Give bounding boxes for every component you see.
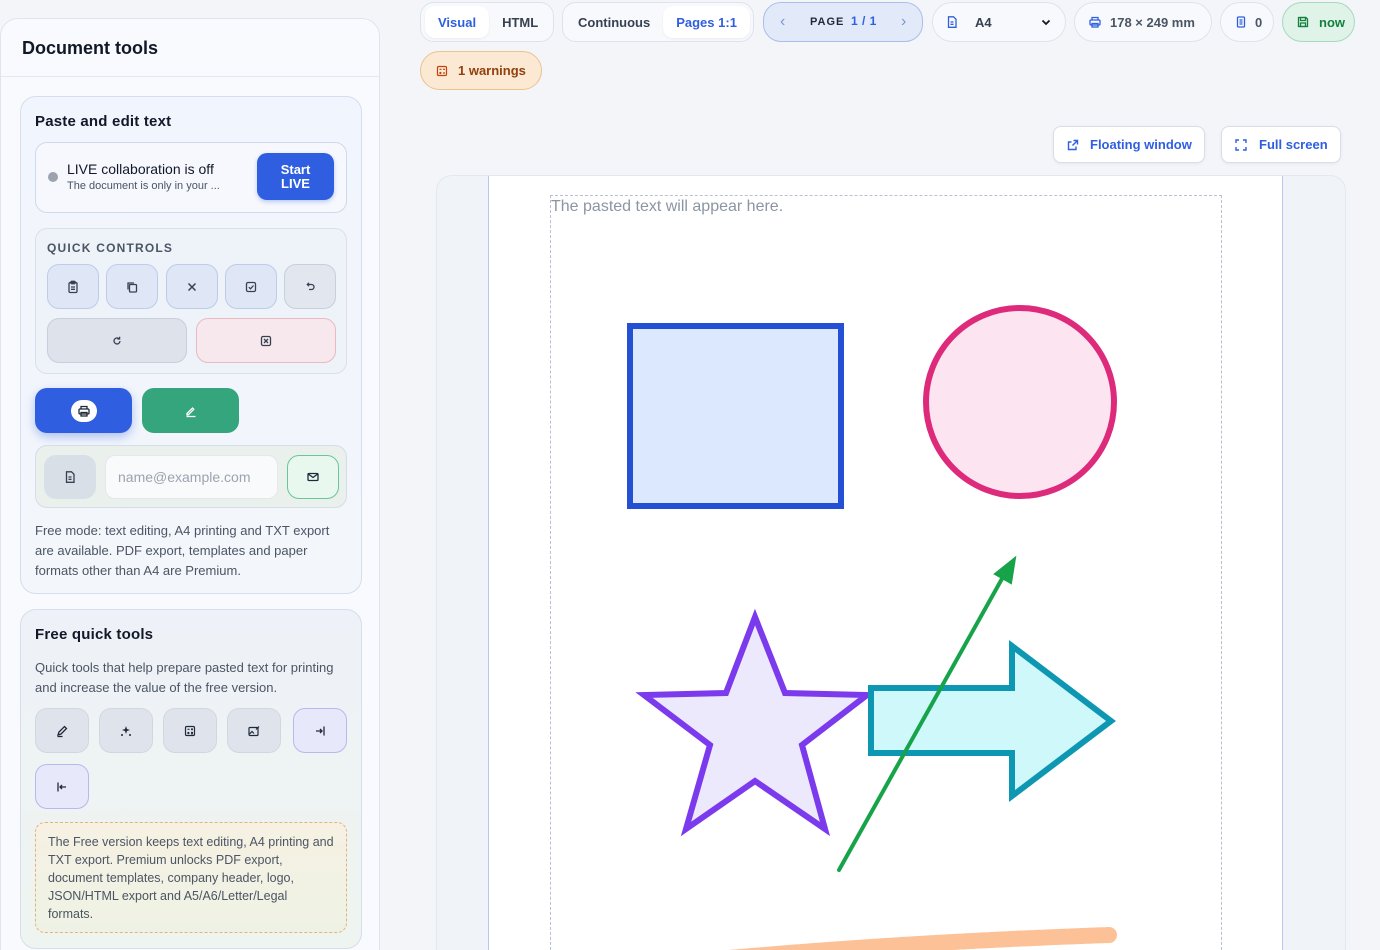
star-shape[interactable] [635,608,876,837]
warning-grid-icon [436,65,448,76]
print-button[interactable] [35,388,132,433]
copy-icon [127,281,138,293]
live-status-subtitle: The document is only in your ... [67,180,220,192]
undo-button[interactable] [284,264,336,309]
live-status-dot [48,172,58,182]
tab-visual[interactable]: Visual [425,6,490,38]
clipboard-icon [68,280,78,293]
layout-mode-tabs: Continuous Pages 1:1 [562,2,754,42]
save-status-chip[interactable]: now [1282,2,1355,42]
page-label: PAGE [810,16,845,28]
square-shape[interactable] [627,323,844,509]
fullscreen-icon [1235,138,1247,151]
circle-shape[interactable] [923,305,1117,499]
image-edit-icon [248,725,260,736]
save-icon [1297,16,1309,28]
paste-edit-panel: Paste and edit text LIVE collaboration i… [20,96,362,594]
start-live-button[interactable]: Start LIVE [257,153,334,200]
redo-icon [113,336,121,345]
checkbox-icon [245,281,257,292]
paper-format-select[interactable]: A4 [932,2,1066,42]
save-status-value: now [1319,14,1345,30]
delete-button[interactable] [196,318,336,363]
copy-button[interactable] [106,264,158,309]
paste-button[interactable] [47,264,99,309]
pencil-icon [56,725,68,737]
sidebar-title: Document tools [1,19,379,77]
full-screen-label: Full screen [1259,137,1328,152]
print-size-value: 178 × 249 mm [1110,14,1195,30]
email-input[interactable] [105,455,278,499]
floating-window-label: Floating window [1090,137,1192,152]
warnings-count: 1 warnings [458,63,526,78]
printer-icon [77,405,90,417]
magic-tool-button[interactable] [99,708,153,753]
view-mode-tabs: Visual HTML [420,2,554,42]
tab-continuous[interactable]: Continuous [565,6,663,38]
arrow-shape[interactable] [868,639,1116,803]
align-right-icon [316,726,325,735]
align-left-icon [57,782,66,791]
prev-page-button[interactable]: ‹ [780,13,785,31]
printer-icon [1089,16,1101,28]
delete-box-icon [260,335,272,346]
edit-tool-button[interactable] [35,708,89,753]
image-edit-tool-button[interactable] [227,708,281,753]
document-page: The pasted text will appear here. [488,176,1283,950]
quick-controls: QUICK CONTROLS [35,228,347,374]
free-tools-description: Quick tools that help prepare pasted tex… [35,660,334,695]
clear-button[interactable] [166,264,218,309]
undo-icon [306,281,315,290]
print-size-chip[interactable]: 178 × 249 mm [1074,2,1212,42]
send-email-button[interactable] [287,455,339,499]
page-count-value: 0 [1255,14,1263,30]
align-right-tool-button[interactable] [293,708,347,753]
pages-icon [1236,16,1246,28]
calculator-tool-button[interactable] [163,708,217,753]
floating-window-button[interactable]: Floating window [1053,126,1205,163]
signature-icon [185,406,195,417]
brush-stroke-shape[interactable] [728,927,1117,950]
sparkles-icon [121,725,131,736]
tab-html[interactable]: HTML [489,6,551,38]
sidebar: Document tools Paste and edit text LIVE … [0,18,380,950]
select-all-button[interactable] [225,264,277,309]
live-status-title: LIVE collaboration is off [67,161,214,177]
email-share-row [35,445,347,508]
start-live-line1: Start [280,161,311,177]
attach-document-button[interactable] [44,455,96,499]
free-quick-tools-panel: Free quick tools Quick tools that help p… [20,609,362,949]
external-window-icon [1067,139,1079,150]
start-live-line2: LIVE [281,175,310,191]
sign-button[interactable] [142,388,239,433]
redo-button[interactable] [47,318,187,363]
document-icon [65,471,75,483]
close-icon [187,282,197,291]
calculator-icon [184,725,196,736]
live-collaboration-box: LIVE collaboration is off The document i… [35,142,347,213]
panel-title: Free quick tools [35,626,154,643]
next-page-button[interactable]: › [901,13,906,31]
paper-format-value: A4 [975,14,992,30]
page-navigator: ‹ PAGE 1 / 1 › [763,2,923,42]
warnings-chip[interactable]: 1 warnings [420,51,542,90]
quick-controls-label: QUICK CONTROLS [47,241,174,255]
print-icon-pill [70,399,97,422]
page-indicator: 1 / 1 [851,14,877,28]
drawing-layer [627,305,1117,950]
panel-title: Paste and edit text [35,113,172,130]
arrow-line-head [993,555,1017,585]
chevron-down-icon [1041,19,1051,26]
premium-info-note: The Free version keeps text editing, A4 … [35,822,347,933]
document-icon [947,16,957,28]
align-left-tool-button[interactable] [35,764,89,809]
free-mode-note: Free mode: text editing, A4 printing and… [35,523,330,578]
mail-icon [307,472,319,482]
tab-pages[interactable]: Pages 1:1 [663,6,750,38]
full-screen-button[interactable]: Full screen [1221,126,1341,163]
page-count-chip[interactable]: 0 [1220,2,1274,42]
